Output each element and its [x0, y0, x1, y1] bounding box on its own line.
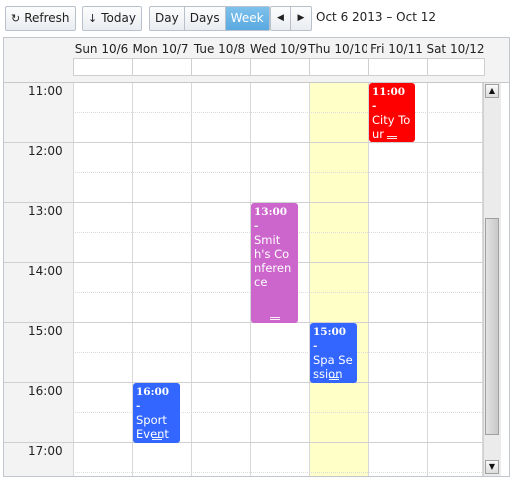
hour-label: 14:00 — [28, 264, 63, 278]
view-day-button[interactable]: Day — [150, 7, 185, 30]
day-header-sat: Sat 10/12 — [426, 42, 485, 56]
hour-line — [4, 142, 482, 143]
view-switcher: Day Days Week — [149, 6, 270, 31]
scroll-up-button[interactable]: ▲ — [485, 84, 499, 98]
date-range-label: Oct 6 2013 – Oct 12 — [316, 10, 437, 24]
allday-cell-wed[interactable] — [250, 58, 309, 76]
half-hour-line — [73, 172, 482, 173]
day-header-fri: Fri 10/11 — [370, 42, 423, 56]
hour-line — [4, 322, 482, 323]
today-button[interactable]: ↓ Today — [83, 7, 141, 30]
event-spa-session[interactable]: 15:00 - Spa Session — [310, 323, 357, 383]
scroll-thumb[interactable] — [485, 218, 499, 435]
event-title: Smith's Conference — [254, 233, 292, 289]
hour-label: 17:00 — [28, 444, 63, 458]
view-days-button[interactable]: Days — [185, 7, 226, 30]
toolbar: ↻ Refresh ↓ Today Day Days Week ◀ ▶ Oct 6 … — [0, 0, 512, 37]
hour-label: 16:00 — [28, 384, 63, 398]
allday-cell-sat[interactable] — [427, 58, 485, 76]
hour-line — [4, 442, 482, 443]
refresh-button[interactable]: ↻ Refresh — [6, 7, 75, 30]
hour-label: 11:00 — [28, 84, 63, 98]
refresh-label: Refresh — [24, 11, 70, 25]
day-header-tue: Tue 10/8 — [193, 42, 246, 56]
half-hour-line — [73, 352, 482, 353]
day-header-sun: Sun 10/6 — [74, 42, 129, 56]
half-hour-line — [73, 472, 482, 473]
allday-cell-fri[interactable] — [368, 58, 427, 76]
chevron-right-icon: ▶ — [297, 13, 305, 23]
resize-grip-icon[interactable] — [151, 437, 162, 440]
hour-line — [4, 262, 482, 263]
today-group: ↓ Today — [82, 6, 142, 31]
day-header-mon: Mon 10/7 — [132, 42, 189, 56]
allday-cell-mon[interactable] — [132, 58, 191, 76]
period-nav: ◀ ▶ — [270, 6, 312, 31]
event-city-tour[interactable]: 11:00 - City Tour — [369, 83, 415, 142]
next-period-button[interactable]: ▶ — [291, 7, 311, 30]
view-week-button[interactable]: Week — [225, 7, 269, 30]
hour-line — [4, 202, 482, 203]
down-arrow-icon: ↓ — [88, 12, 98, 25]
event-time: 16:00 - — [136, 386, 170, 412]
time-grid[interactable]: 11:00 12:00 13:00 14:00 15:00 16:00 17:0… — [4, 83, 509, 476]
event-sport-event[interactable]: 16:00 - Sport Event — [133, 383, 180, 443]
hour-label: 12:00 — [28, 144, 63, 158]
event-smiths-conference[interactable]: 13:00 - Smith's Conference — [251, 203, 298, 323]
event-time: 15:00 - — [313, 326, 347, 352]
hour-label: 15:00 — [28, 324, 63, 338]
week-calendar: Sun 10/6 Mon 10/7 Tue 10/8 Wed 10/9 Thu … — [3, 37, 510, 477]
event-time: 13:00 - — [254, 206, 288, 232]
half-hour-line — [73, 112, 482, 113]
allday-cell-tue[interactable] — [191, 58, 250, 76]
resize-grip-icon[interactable] — [328, 377, 339, 380]
hour-line — [4, 382, 482, 383]
scroll-down-button[interactable]: ▼ — [485, 460, 499, 474]
allday-cell-thu[interactable] — [309, 58, 368, 76]
calendar-header: Sun 10/6 Mon 10/7 Tue 10/8 Wed 10/9 Thu … — [4, 38, 509, 83]
today-label: Today — [101, 11, 136, 25]
refresh-icon: ↻ — [11, 12, 21, 25]
day-header-thu: Thu 10/10 — [308, 42, 367, 56]
resize-grip-icon[interactable] — [387, 136, 397, 139]
hour-label: 13:00 — [28, 204, 63, 218]
day-header-wed: Wed 10/9 — [250, 42, 307, 56]
event-time: 11:00 - — [372, 86, 406, 112]
previous-period-button[interactable]: ◀ — [271, 7, 291, 30]
refresh-group: ↻ Refresh — [5, 6, 76, 31]
allday-cell-sun[interactable] — [73, 58, 132, 76]
chevron-left-icon: ◀ — [277, 13, 284, 23]
vertical-scrollbar[interactable]: ▲ ▼ — [483, 83, 501, 476]
resize-grip-icon[interactable] — [269, 317, 280, 320]
